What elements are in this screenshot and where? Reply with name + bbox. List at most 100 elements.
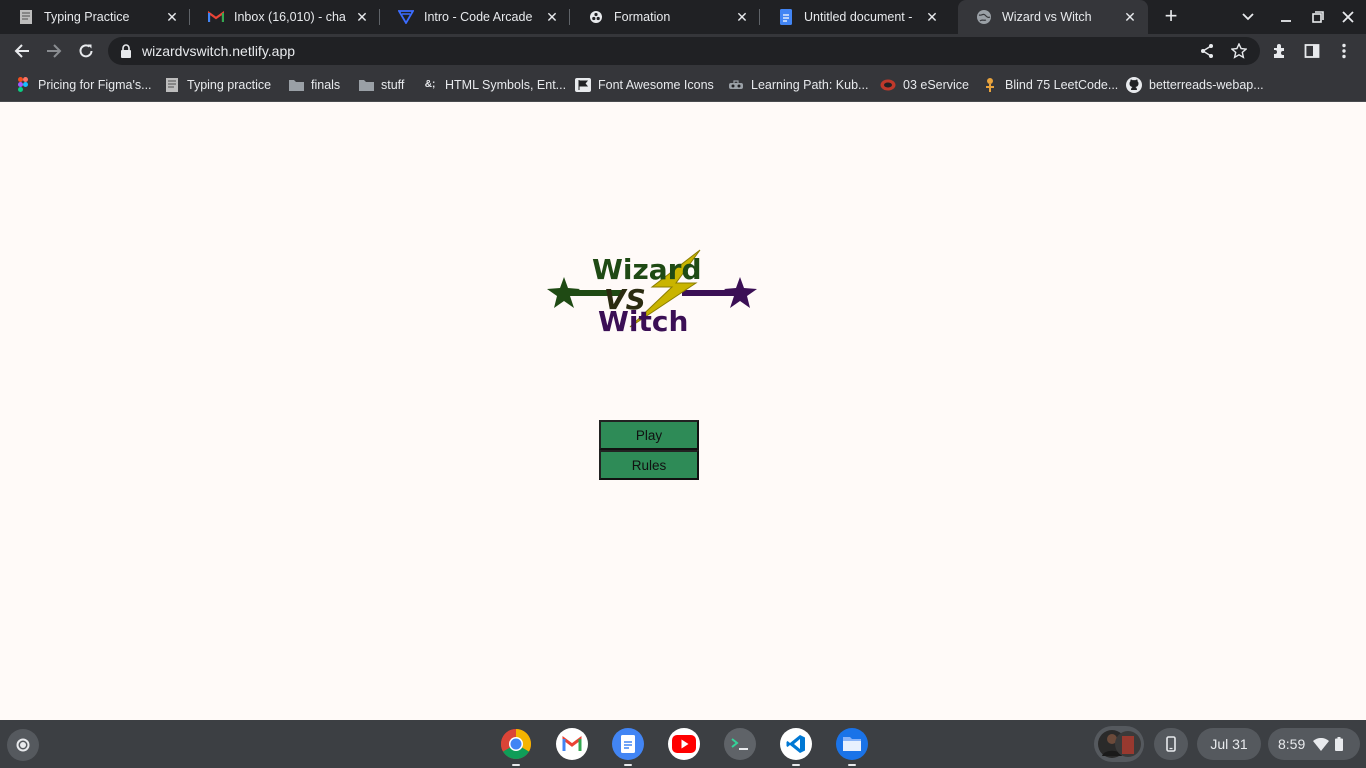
tab-title: Formation <box>614 10 671 24</box>
running-indicator <box>512 764 520 766</box>
vscode-app-icon[interactable] <box>780 728 812 760</box>
close-tab-icon[interactable]: ✕ <box>1122 9 1138 25</box>
tab-gmail-inbox[interactable]: Inbox (16,010) - charles ✕ <box>190 0 380 34</box>
folder-icon <box>358 77 374 93</box>
bookmark-label: Font Awesome Icons <box>598 77 714 92</box>
date-tray[interactable]: Jul 31 <box>1197 728 1261 760</box>
chrome-app-icon[interactable] <box>500 728 532 760</box>
back-arrow-icon[interactable] <box>10 39 34 63</box>
launcher-button[interactable] <box>7 729 39 761</box>
bookmark-label: 03 eService <box>903 77 970 92</box>
globe-icon <box>976 9 992 25</box>
user-avatar-icon[interactable] <box>1094 726 1144 762</box>
blind-icon <box>982 77 998 93</box>
typing-practice-favicon-icon <box>18 9 34 25</box>
restore-window-icon[interactable] <box>1306 5 1330 29</box>
rules-button[interactable]: Rules <box>599 450 699 480</box>
bookmark-blind-75[interactable]: Blind 75 LeetCode... <box>982 68 1118 101</box>
forward-arrow-icon[interactable] <box>42 39 66 63</box>
bookmark-label: Typing practice <box>187 77 272 92</box>
files-app-icon[interactable] <box>836 728 868 760</box>
lock-icon <box>121 44 131 58</box>
close-tab-icon[interactable]: ✕ <box>924 9 940 25</box>
close-tab-icon[interactable]: ✕ <box>544 9 560 25</box>
extensions-puzzle-icon[interactable] <box>1268 39 1292 63</box>
close-tab-icon[interactable]: ✕ <box>164 9 180 25</box>
more-menu-icon[interactable] <box>1332 39 1356 63</box>
logo-wizard-text: Wizard <box>592 253 702 286</box>
bookmark-folder-finals[interactable]: finals <box>288 68 340 101</box>
tab-formation[interactable]: Formation ✕ <box>570 0 760 34</box>
tab-title: Typing Practice <box>44 10 130 24</box>
bookmark-label: finals <box>311 77 341 92</box>
learning-path-icon <box>728 77 744 93</box>
figma-icon <box>15 77 31 93</box>
new-tab-button[interactable]: + <box>1158 4 1184 30</box>
folder-icon <box>288 77 304 93</box>
date-text: Jul 31 <box>1210 736 1248 752</box>
running-indicator <box>624 764 632 766</box>
tab-title: Intro - Code Arcade | Co <box>424 10 536 24</box>
browser-toolbar: wizardvswitch.netlify.app <box>0 34 1366 68</box>
bookmark-label: Blind 75 LeetCode... <box>1005 77 1119 92</box>
bookmark-eservice[interactable]: 03 eService <box>880 68 969 101</box>
share-icon[interactable] <box>1198 42 1216 60</box>
flag-icon <box>575 77 591 93</box>
tab-strip: Typing Practice ✕ Inbox (16,010) - charl… <box>0 0 1366 34</box>
running-indicator <box>792 764 800 766</box>
logo-witch-text: Witch <box>598 305 688 337</box>
running-indicator <box>848 764 856 766</box>
tab-google-docs[interactable]: Untitled document - Go ✕ <box>760 0 950 34</box>
formation-favicon-icon <box>588 9 604 25</box>
web-page-content: VS Wizard Witch Play Rules <box>0 103 1366 720</box>
google-docs-favicon-icon <box>778 9 794 25</box>
address-bar[interactable]: wizardvswitch.netlify.app <box>108 37 1260 65</box>
tab-search-chevron-icon[interactable] <box>1236 5 1260 29</box>
tab-title: Wizard vs Witch <box>1002 10 1092 24</box>
url-text: wizardvswitch.netlify.app <box>142 43 296 59</box>
google-docs-app-icon[interactable] <box>612 728 644 760</box>
wizard-vs-witch-logo: VS Wizard Witch <box>547 249 757 337</box>
gmail-favicon-icon <box>208 9 224 25</box>
bookmark-learning-path[interactable]: Learning Path: Kub... <box>728 68 868 101</box>
terminal-app-icon[interactable] <box>724 728 756 760</box>
bookmarks-bar: Pricing for Figma's... Typing practice f… <box>0 68 1366 102</box>
bookmark-html-symbols[interactable]: &; HTML Symbols, Ent... <box>422 68 566 101</box>
wifi-icon <box>1313 737 1330 751</box>
bookmark-star-icon[interactable] <box>1230 42 1248 60</box>
close-tab-icon[interactable]: ✕ <box>734 9 750 25</box>
eservice-icon <box>880 77 896 93</box>
phone-hub-icon[interactable] <box>1154 728 1188 760</box>
os-shelf: Jul 31 8:59 <box>0 720 1366 768</box>
bookmark-label: HTML Symbols, Ent... <box>445 77 567 92</box>
bookmark-label: stuff <box>381 77 405 92</box>
code-arcade-favicon-icon <box>398 9 414 25</box>
tab-code-arcade[interactable]: Intro - Code Arcade | Co ✕ <box>380 0 570 34</box>
battery-icon <box>1335 737 1344 751</box>
status-tray[interactable]: 8:59 <box>1268 728 1360 760</box>
clock-text: 8:59 <box>1278 736 1306 752</box>
bookmark-folder-stuff[interactable]: stuff <box>358 68 404 101</box>
tab-title: Inbox (16,010) - charles <box>234 10 346 24</box>
typing-practice-favicon-icon <box>164 77 180 93</box>
tab-wizard-vs-witch[interactable]: Wizard vs Witch ✕ <box>958 0 1148 34</box>
minimize-window-icon[interactable] <box>1274 5 1298 29</box>
side-panel-icon[interactable] <box>1300 39 1324 63</box>
github-icon <box>1126 76 1142 93</box>
bookmark-label: betterreads-webap... <box>1149 77 1264 92</box>
close-window-icon[interactable] <box>1336 5 1360 29</box>
bookmark-figma-pricing[interactable]: Pricing for Figma's... <box>15 68 152 101</box>
tab-title: Untitled document - Go <box>804 10 916 24</box>
html-symbols-icon: &; <box>424 79 436 90</box>
close-tab-icon[interactable]: ✕ <box>354 9 370 25</box>
gmail-app-icon[interactable] <box>556 728 588 760</box>
reload-icon[interactable] <box>74 39 98 63</box>
bookmark-betterreads[interactable]: betterreads-webap... <box>1126 68 1264 101</box>
bookmark-label: Pricing for Figma's... <box>38 77 152 92</box>
bookmark-font-awesome[interactable]: Font Awesome Icons <box>575 68 714 101</box>
tab-typing-practice[interactable]: Typing Practice ✕ <box>0 0 190 34</box>
youtube-app-icon[interactable] <box>668 728 700 760</box>
play-button[interactable]: Play <box>599 420 699 450</box>
bookmark-label: Learning Path: Kub... <box>751 77 869 92</box>
bookmark-typing-practice[interactable]: Typing practice <box>164 68 271 101</box>
